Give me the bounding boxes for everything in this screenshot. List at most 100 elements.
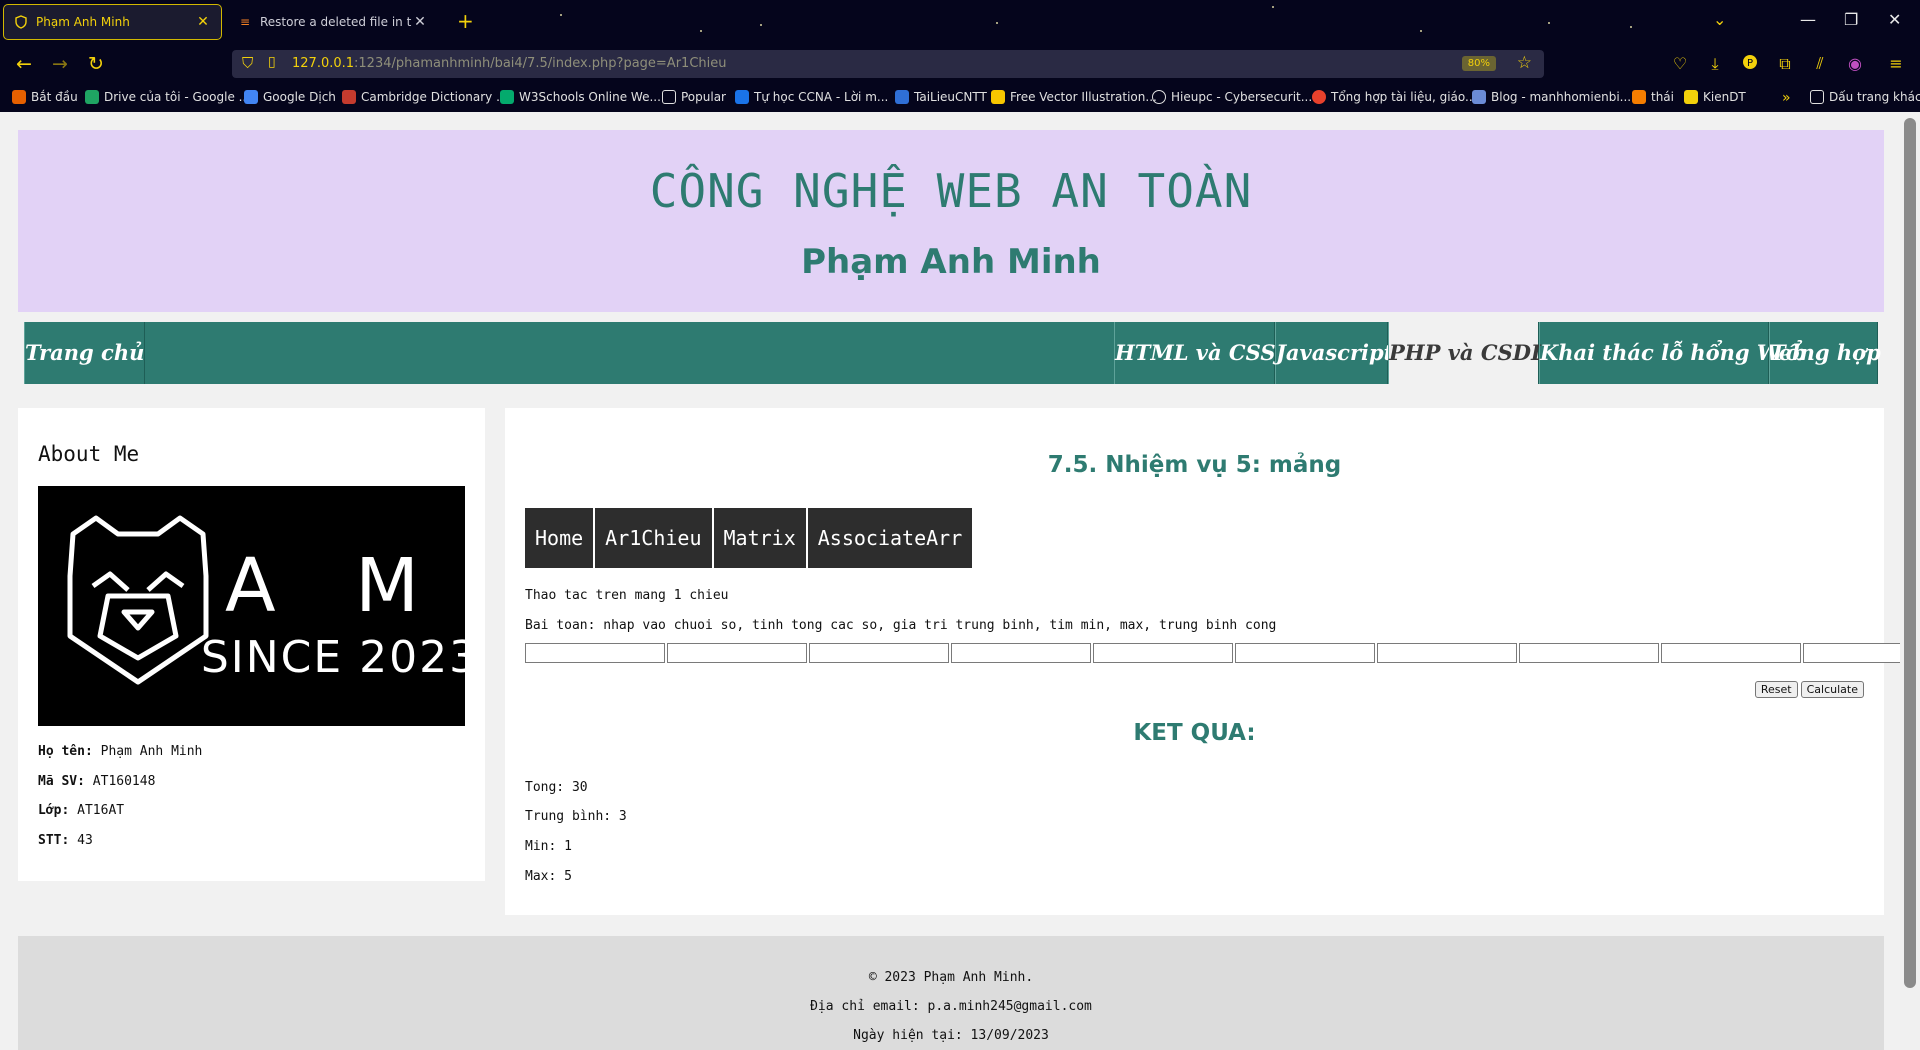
result-min: Min: 1	[525, 839, 572, 854]
menu-hamburger-icon[interactable]: ≡	[1886, 54, 1906, 73]
subnav-associatearr[interactable]: AssociateArr	[807, 508, 975, 568]
page-scrollbar[interactable]	[1900, 112, 1920, 1050]
podcast-extension-icon[interactable]: ◉	[1845, 54, 1865, 73]
google-translate-icon	[244, 90, 258, 104]
number-input[interactable]	[1803, 643, 1900, 663]
nav-item-web-vulnerabilities[interactable]: Khai thác lỗ hổng Web	[1539, 322, 1807, 384]
reload-icon[interactable]: ↻	[84, 52, 108, 76]
kiendt-icon	[1684, 90, 1698, 104]
main-content-card: 7.5. Nhiệm vụ 5: mảng Home Ar1Chieu Matr…	[505, 408, 1900, 915]
info-label: Họ tên:	[38, 744, 93, 759]
blogger-icon	[1632, 90, 1646, 104]
bookmark-item[interactable]: KienDT	[1684, 90, 1746, 104]
tracking-shield-icon[interactable]: ⛉	[242, 54, 253, 72]
browser-tab-bar: Phạm Anh Minh ✕ ≡ Restore a deleted file…	[0, 0, 1920, 44]
extensions-puzzle-icon[interactable]: ⧉	[1775, 54, 1795, 74]
blog-icon	[1472, 90, 1486, 104]
library-icon[interactable]: ⫽	[1810, 54, 1830, 74]
page-info-icon[interactable]: ▯	[268, 54, 276, 70]
bookmark-item[interactable]: Bắt đầu	[12, 90, 78, 104]
bookmark-label: Free Vector Illustration...	[1010, 90, 1157, 104]
shield-favicon-icon	[14, 15, 28, 29]
info-row-stt: STT: 43	[38, 833, 93, 848]
bookmark-item[interactable]: W3Schools Online We...	[500, 90, 661, 104]
reset-button[interactable]: Reset	[1754, 681, 1798, 698]
number-input[interactable]	[1377, 643, 1517, 663]
bookmark-item[interactable]: Tổng hợp tài liệu, giáo...	[1312, 90, 1476, 104]
number-input[interactable]	[1661, 643, 1801, 663]
url-path: :1234/phamanhminh/bai4/7.5/index.php?pag…	[354, 56, 727, 71]
bookmark-item[interactable]: Blog - manhhomienbi...	[1472, 90, 1631, 104]
subnav-home[interactable]: Home	[525, 508, 596, 568]
other-bookmarks-folder[interactable]: Dấu trang khác	[1810, 90, 1920, 104]
form-buttons: Reset Calculate	[1754, 681, 1864, 698]
folder-icon	[662, 90, 676, 104]
subnav-ar1chieu[interactable]: Ar1Chieu	[595, 508, 714, 568]
number-input[interactable]	[809, 643, 949, 663]
tab-pham-anh-minh[interactable]: Phạm Anh Minh ✕	[3, 4, 222, 40]
bookmarks-overflow-icon[interactable]: »	[1782, 90, 1791, 106]
result-title: KET QUA:	[1133, 720, 1256, 746]
bookmark-star-icon[interactable]: ☆	[1517, 53, 1532, 73]
bookmark-label: TaiLieuCNTT	[914, 90, 987, 104]
web-page: CÔNG NGHỆ WEB AN TOÀN Phạm Anh Minh Tran…	[0, 112, 1900, 1050]
back-icon[interactable]: ←	[12, 52, 36, 76]
url-text[interactable]: 127.0.0.1:1234/phamanhminh/bai4/7.5/inde…	[292, 56, 727, 71]
bookmark-item[interactable]: Tự học CCNA - Lời m...	[735, 90, 888, 104]
number-input[interactable]	[951, 643, 1091, 663]
number-input[interactable]	[667, 643, 807, 663]
close-icon[interactable]: ✕	[412, 14, 428, 30]
info-value: AT16AT	[77, 803, 125, 818]
bookmark-item[interactable]: Cambridge Dictionary ...	[342, 90, 508, 104]
scrollbar-thumb[interactable]	[1904, 118, 1916, 988]
nav-item-php-csdl[interactable]: PHP và CSDL	[1388, 322, 1546, 384]
bookmark-item[interactable]: TaiLieuCNTT	[895, 90, 987, 104]
bear-eye-right	[146, 571, 185, 592]
sub-navigation: Home Ar1Chieu Matrix AssociateArr	[525, 508, 975, 568]
bookmark-item[interactable]: Google Dịch	[244, 90, 336, 104]
star-decoration	[760, 24, 762, 26]
address-bar[interactable]: ⛉ ▯ 127.0.0.1:1234/phamanhminh/bai4/7.5/…	[232, 50, 1544, 78]
minimize-icon[interactable]: —	[1800, 10, 1816, 29]
bookmark-label: Dấu trang khác	[1829, 90, 1920, 104]
task-description: Bai toan: nhap vao chuoi so, tinh tong c…	[525, 618, 1277, 633]
bookmark-item[interactable]: Drive của tôi - Google ...	[85, 90, 250, 104]
result-max: Max: 5	[525, 869, 572, 884]
pocket-icon[interactable]: ♡	[1670, 54, 1690, 73]
tab-restore-file[interactable]: ≡ Restore a deleted file in the Visu ✕	[228, 4, 438, 40]
close-icon[interactable]: ✕	[195, 14, 211, 30]
chevron-down-icon[interactable]: ⌄	[1713, 10, 1726, 29]
number-input[interactable]	[1519, 643, 1659, 663]
zoom-level-badge[interactable]: 80%	[1461, 56, 1496, 71]
download-icon[interactable]: ⤓	[1705, 54, 1725, 74]
subnav-matrix[interactable]: Matrix	[713, 508, 808, 568]
close-window-icon[interactable]: ✕	[1888, 10, 1901, 29]
about-me-card: About Me A M SINCE 2023 Họ tên: Phạm Anh…	[18, 408, 485, 881]
number-input[interactable]	[1235, 643, 1375, 663]
new-tab-icon[interactable]: +	[457, 11, 474, 31]
number-input[interactable]	[525, 643, 665, 663]
bookmark-label: KienDT	[1703, 90, 1746, 104]
number-input[interactable]	[1093, 643, 1233, 663]
nav-item-home[interactable]: Trang chủ	[24, 322, 145, 384]
bookmark-label: Tự học CCNA - Lời m...	[754, 90, 889, 104]
bookmark-label: Google Dịch	[263, 90, 336, 104]
nav-item-html-css[interactable]: HTML và CSS	[1114, 322, 1276, 384]
info-row-class: Lớp: AT16AT	[38, 803, 124, 818]
site-header: CÔNG NGHỆ WEB AN TOÀN Phạm Anh Minh	[18, 130, 1884, 312]
stackoverflow-favicon-icon: ≡	[239, 15, 251, 29]
nav-item-summary[interactable]: Tổng hợp	[1769, 322, 1881, 384]
forward-icon[interactable]: →	[48, 52, 72, 76]
bookmark-item[interactable]: thái	[1632, 90, 1674, 104]
nav-item-javascript[interactable]: Javascript	[1275, 322, 1393, 384]
profile-extension-icon[interactable]: P	[1740, 54, 1760, 74]
main-navigation: Trang chủ HTML và CSS Javascript PHP và …	[24, 322, 1881, 384]
calculate-button[interactable]: Calculate	[1800, 681, 1864, 698]
bookmark-folder[interactable]: Popular	[662, 90, 726, 104]
ccna-icon	[735, 90, 749, 104]
bookmark-item[interactable]: Free Vector Illustration...	[991, 90, 1157, 104]
bookmark-item[interactable]: Hieupc - Cybersecurit...	[1152, 90, 1312, 104]
bear-eye-left	[91, 571, 130, 592]
footer-copyright: © 2023 Phạm Anh Minh.	[868, 970, 1034, 985]
restore-window-icon[interactable]: ❐	[1844, 10, 1858, 29]
